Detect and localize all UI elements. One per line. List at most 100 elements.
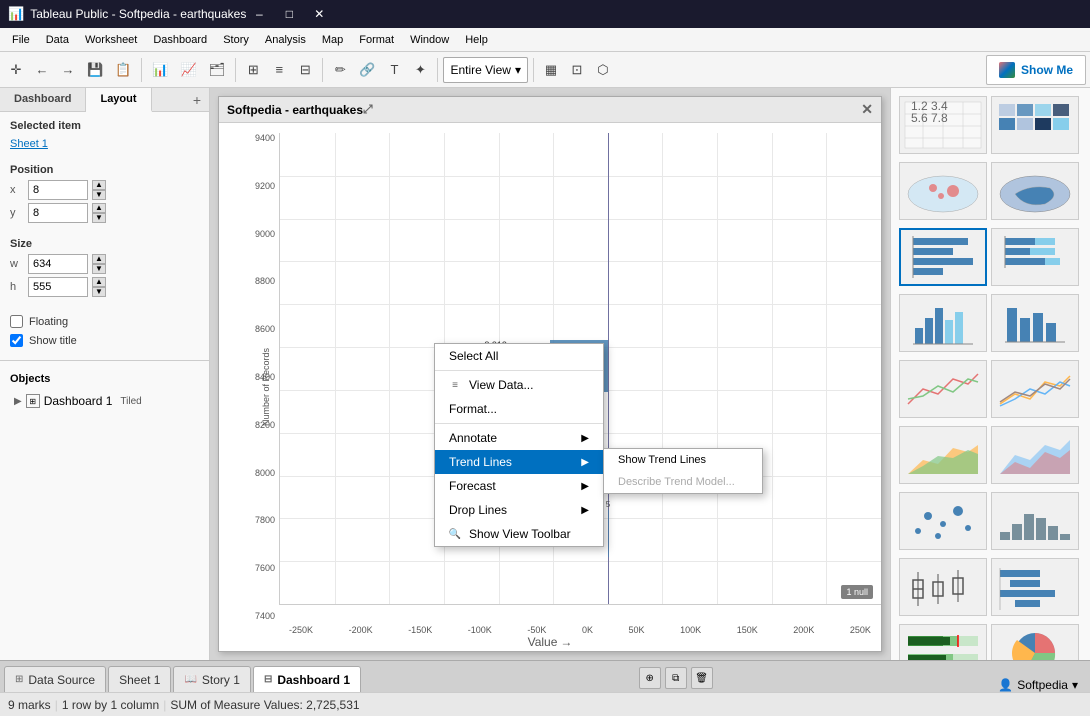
toolbar-link[interactable]: 🔗 <box>354 56 380 84</box>
h-size-row: h ▲ ▼ <box>10 277 199 297</box>
panel-add-button[interactable]: + <box>185 88 209 111</box>
h-decrement-button[interactable]: ▼ <box>92 287 106 297</box>
canvas-close-button[interactable]: ✕ <box>861 101 873 118</box>
thumb-text-table[interactable]: 1.23.4 5.67.8 <box>899 96 987 154</box>
selected-item-name[interactable]: Sheet 1 <box>10 136 199 152</box>
menu-worksheet[interactable]: Worksheet <box>77 32 145 48</box>
ctx-drop-lines[interactable]: Drop Lines ▶ <box>435 498 603 522</box>
show-title-checkbox[interactable] <box>10 334 23 347</box>
view-dropdown[interactable]: Entire View ▾ <box>443 57 528 83</box>
thumb-gantt[interactable] <box>991 558 1079 616</box>
menu-help[interactable]: Help <box>457 32 496 48</box>
tab-layout[interactable]: Layout <box>86 88 151 112</box>
thumb-heat-map[interactable] <box>991 96 1079 154</box>
y-increment-button[interactable]: ▲ <box>92 203 106 213</box>
ctx-format[interactable]: Format... <box>435 397 603 421</box>
thumb-bullet[interactable] <box>899 624 987 660</box>
thumb-scatter[interactable] <box>899 492 987 550</box>
x-decrement-button[interactable]: ▼ <box>92 190 106 200</box>
toolbar-chart3[interactable]: 🗂 <box>204 56 231 84</box>
tab-new-button[interactable]: ⊕ <box>639 667 661 689</box>
ctx-annotate[interactable]: Annotate ▶ <box>435 426 603 450</box>
view-data-icon: ≡ <box>449 379 461 391</box>
menu-story[interactable]: Story <box>215 32 257 48</box>
tab-sheet1[interactable]: Sheet 1 <box>108 666 171 692</box>
menu-file[interactable]: File <box>4 32 38 48</box>
toolbar-crosshair[interactable]: ✛ <box>4 56 28 84</box>
menu-data[interactable]: Data <box>38 32 77 48</box>
menu-format[interactable]: Format <box>351 32 402 48</box>
ctx-select-all[interactable]: Select All <box>435 344 603 368</box>
thumb-box-plot[interactable] <box>899 558 987 616</box>
maximize-button[interactable]: □ <box>276 4 302 24</box>
ctx-view-data[interactable]: ≡ View Data... <box>435 373 603 397</box>
y-position-input[interactable] <box>28 203 88 223</box>
toolbar-layer2[interactable]: ≡ <box>267 56 291 84</box>
thumb-side-bars[interactable] <box>899 294 987 352</box>
toolbar-text[interactable]: T <box>382 56 406 84</box>
thumb-line1[interactable] <box>899 360 987 418</box>
tab-dashboard1[interactable]: ⊟ Dashboard 1 <box>253 666 361 692</box>
thumb-horizontal-bars[interactable] <box>899 228 987 286</box>
toolbar-forward[interactable]: → <box>56 56 80 84</box>
menu-analysis[interactable]: Analysis <box>257 32 314 48</box>
thumb-line2[interactable] <box>991 360 1079 418</box>
h-size-input[interactable] <box>28 277 88 297</box>
thumb-area1[interactable] <box>899 426 987 484</box>
w-decrement-button[interactable]: ▼ <box>92 264 106 274</box>
ctx-label: Format... <box>449 402 497 416</box>
toolbar-select[interactable]: ✦ <box>408 56 432 84</box>
w-increment-button[interactable]: ▲ <box>92 254 106 264</box>
toolbar-pencil[interactable]: ✏ <box>328 56 352 84</box>
chart-area[interactable]: 9400 9200 9000 8800 8600 8400 8200 8000 … <box>219 123 881 651</box>
toolbar-back[interactable]: ← <box>30 56 54 84</box>
thumbs-row-5 <box>899 360 1082 418</box>
ctx-label: Annotate <box>449 431 497 445</box>
minimize-button[interactable]: – <box>246 4 272 24</box>
menu-dashboard[interactable]: Dashboard <box>145 32 215 48</box>
toolbar-layer3[interactable]: ⊟ <box>293 56 317 84</box>
x-increment-button[interactable]: ▲ <box>92 180 106 190</box>
thumb-pie[interactable] <box>991 624 1079 660</box>
thumb-symbol-map[interactable] <box>899 162 987 220</box>
ctx-show-view-toolbar[interactable]: 🔍 Show View Toolbar <box>435 522 603 546</box>
show-me-button[interactable]: Show Me <box>986 55 1086 85</box>
menu-map[interactable]: Map <box>314 32 351 48</box>
floating-checkbox[interactable] <box>10 315 23 328</box>
sub-describe-trend-model[interactable]: Describe Trend Model... <box>604 471 762 493</box>
tab-dashboard[interactable]: Dashboard <box>0 88 86 111</box>
menu-window[interactable]: Window <box>402 32 457 48</box>
x-position-row: x ▲ ▼ <box>10 180 199 200</box>
y-decrement-button[interactable]: ▼ <box>92 213 106 223</box>
h-increment-button[interactable]: ▲ <box>92 277 106 287</box>
tab-data-source[interactable]: ⊞ Data Source <box>4 666 106 692</box>
expand-button[interactable]: ⤢ <box>363 102 373 117</box>
close-button[interactable]: ✕ <box>306 4 332 24</box>
toolbar-new[interactable]: 📋 <box>110 56 136 84</box>
toolbar-save[interactable]: 💾 <box>82 56 108 84</box>
data-source-icon: ⊞ <box>15 674 23 685</box>
thumb-histogram[interactable] <box>991 492 1079 550</box>
toolbar-share[interactable]: ⬡ <box>591 56 615 84</box>
toolbar-layer1[interactable]: ⊞ <box>241 56 265 84</box>
sub-show-trend-lines[interactable]: Show Trend Lines <box>604 449 762 471</box>
tab-duplicate-button[interactable]: ⧉ <box>665 667 687 689</box>
thumb-filled-map[interactable] <box>991 162 1079 220</box>
user-dropdown-icon[interactable]: ▾ <box>1072 678 1078 692</box>
x-position-input[interactable] <box>28 180 88 200</box>
y-axis-title: Number of Records <box>261 348 271 426</box>
tab-story1[interactable]: 📖 Story 1 <box>173 666 250 692</box>
toolbar-chart2[interactable]: 📈 <box>176 56 202 84</box>
toolbar-bar2[interactable]: ⊡ <box>565 56 589 84</box>
thumb-stacked-bars[interactable] <box>991 228 1079 286</box>
w-size-input[interactable] <box>28 254 88 274</box>
app-icon: 📊 <box>8 6 24 22</box>
ctx-trend-lines[interactable]: Trend Lines ▶ Show Trend Lines Describe … <box>435 450 603 474</box>
tab-delete-button[interactable]: 🗑 <box>691 667 713 689</box>
toolbar-bar1[interactable]: ▦ <box>539 56 563 84</box>
thumb-vertical-bars[interactable] <box>991 294 1079 352</box>
toolbar-chart1[interactable]: 📊 <box>147 56 173 84</box>
thumb-area2[interactable] <box>991 426 1079 484</box>
objects-item-dashboard1[interactable]: ▶ ⊞ Dashboard 1 Tiled <box>10 391 199 411</box>
ctx-forecast[interactable]: Forecast ▶ <box>435 474 603 498</box>
